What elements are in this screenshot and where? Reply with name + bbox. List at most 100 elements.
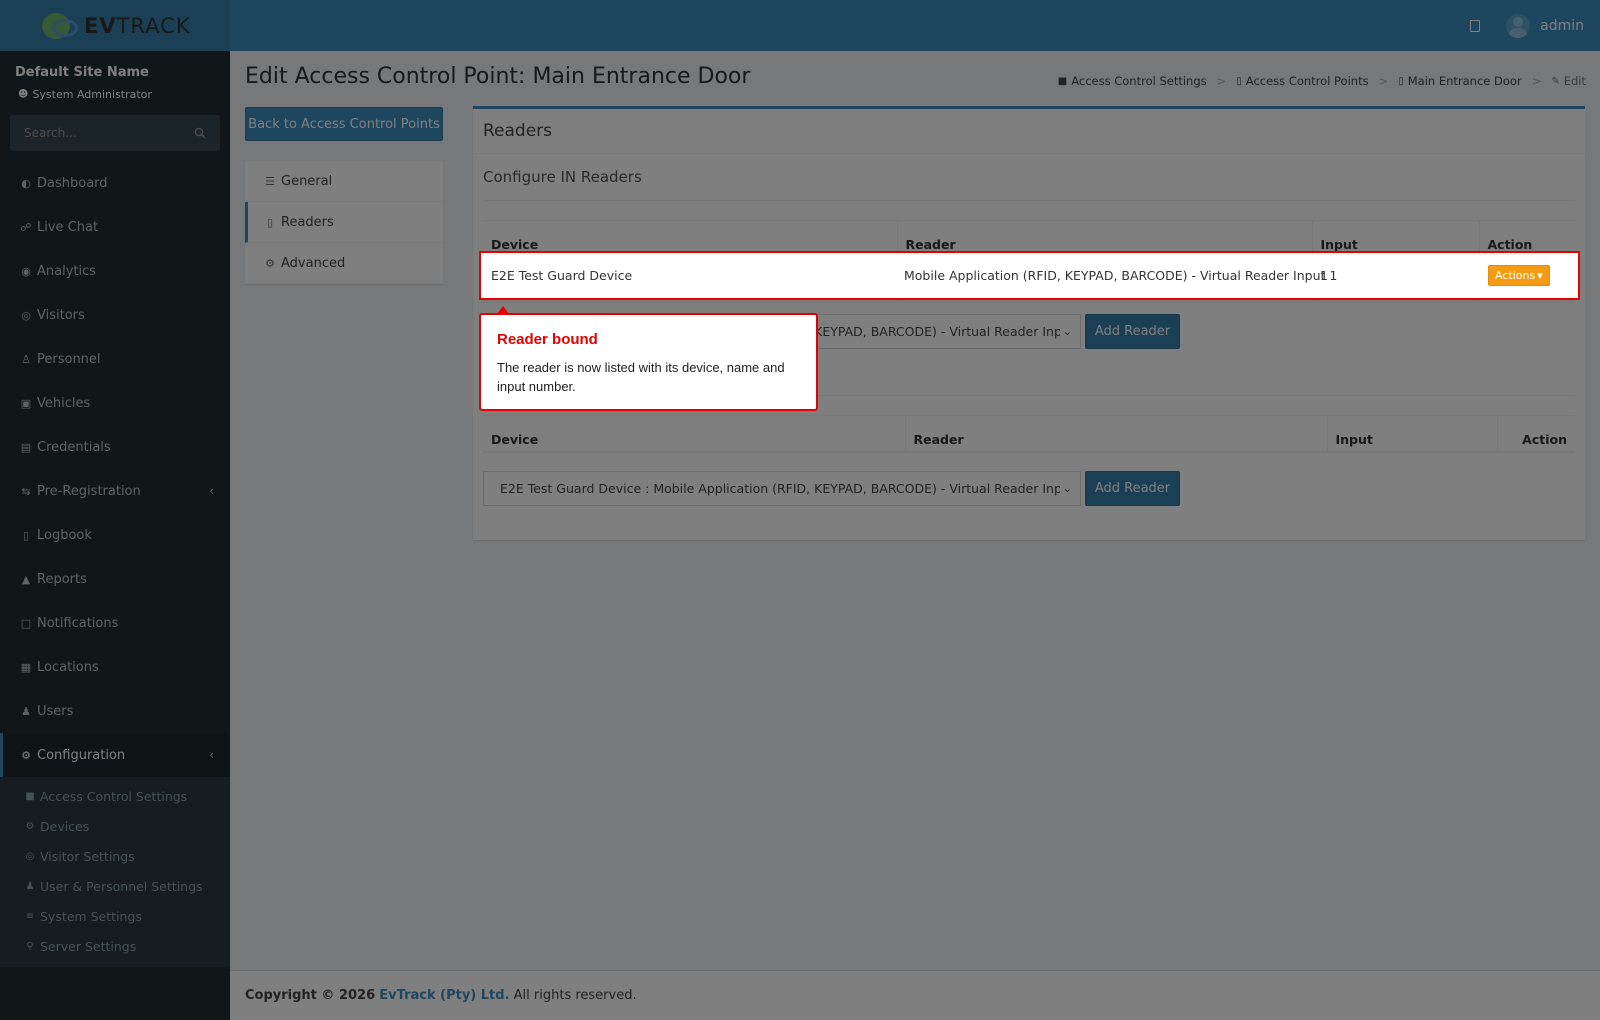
gear-icon: ⚙	[21, 748, 31, 762]
user-name: admin	[1540, 17, 1584, 34]
breadcrumb-separator: >	[1378, 74, 1389, 88]
search-input[interactable]	[24, 126, 174, 140]
sidebar-item-pre-registration[interactable]: ⇆ Pre-Registration ‹	[0, 469, 230, 513]
sidebar-item-live-chat[interactable]: ☍ Live Chat	[0, 205, 230, 249]
list-icon: ☰	[265, 174, 275, 188]
search-icon[interactable]	[194, 127, 206, 139]
user-role: ☻ System Administrator	[18, 88, 152, 101]
building-icon[interactable]	[1470, 19, 1481, 32]
target-icon: ◉	[21, 264, 31, 278]
edit-tabs: ☰ General ▯ Readers ⚙ Advanced	[245, 161, 443, 284]
avatar	[1506, 13, 1531, 38]
sidebar-item-users[interactable]: ♟ Users	[0, 689, 230, 733]
breadcrumb-item-access-control-settings[interactable]: ■ Access Control Settings	[1058, 74, 1207, 88]
book-icon: ▯	[22, 528, 30, 542]
page-title: Edit Access Control Point: Main Entrance…	[245, 64, 751, 89]
breadcrumb-item-access-control-points[interactable]: ▯ Access Control Points	[1236, 74, 1368, 88]
copyright-text: Copyright © 2026	[245, 988, 376, 1003]
tooltip-pointer	[497, 306, 509, 314]
sidebar-item-visitors[interactable]: ◎ Visitors	[0, 293, 230, 337]
door-icon: ▯	[1236, 75, 1242, 87]
chevron-down-icon: ⌄	[1062, 482, 1072, 495]
add-in-reader-button[interactable]: Add Reader	[1085, 314, 1180, 349]
user-settings-icon: ♟	[25, 880, 35, 892]
eye-icon: ◎	[21, 308, 31, 322]
section-divider	[483, 200, 1575, 201]
site-name: Default Site Name	[15, 65, 149, 80]
back-to-access-control-points-button[interactable]: Back to Access Control Points	[245, 107, 443, 141]
tooltip-title: Reader bound	[497, 331, 598, 348]
door-icon: ▯	[1398, 75, 1404, 87]
sidebar-item-notifications[interactable]: □ Notifications	[0, 601, 230, 645]
highlight-cell-device: E2E Test Guard Device	[491, 268, 633, 283]
message-icon: □	[20, 616, 32, 630]
logo-text-rest: TRACK	[116, 13, 191, 38]
tab-advanced[interactable]: ⚙ Advanced	[245, 243, 443, 284]
top-header: EVTRACK admin	[0, 0, 1600, 51]
highlight-cell-input: 1	[1320, 268, 1328, 283]
out-reader-select[interactable]: E2E Test Guard Device : Mobile Applicati…	[483, 471, 1081, 506]
sidebar-item-reports[interactable]: ▲ Reports	[0, 557, 230, 601]
out-reader-select-row: E2E Test Guard Device : Mobile Applicati…	[483, 471, 1180, 506]
eye-icon: ◎	[25, 850, 35, 862]
sidebar-subitem-user-personnel-settings[interactable]: ♟ User & Personnel Settings	[0, 871, 230, 901]
out-readers-table: Device Reader Input Action	[483, 415, 1575, 453]
sidebar-subitem-access-control-settings[interactable]: ■ Access Control Settings	[0, 781, 230, 811]
user-icon: ☻	[18, 89, 29, 100]
rights-text: All rights reserved.	[513, 988, 637, 1003]
device-gear-icon: ⚙	[25, 820, 35, 832]
breadcrumb-separator: >	[1216, 74, 1227, 88]
lock-icon: ■	[25, 790, 35, 802]
tab-readers[interactable]: ▯ Readers	[245, 202, 443, 243]
breadcrumb-separator: >	[1531, 74, 1542, 88]
sidebar-subitem-devices[interactable]: ⚙ Devices	[0, 811, 230, 841]
breadcrumb: ■ Access Control Settings > ▯ Access Contr…	[1058, 74, 1586, 88]
user-menu[interactable]: admin	[1506, 13, 1584, 38]
lock-icon: ■	[1057, 75, 1068, 87]
sidebar-menu: ◐ Dashboard ☍ Live Chat ◉ Analytics ◎ Visito…	[0, 161, 230, 967]
breadcrumb-item-edit: ✎ Edit	[1551, 74, 1586, 88]
column-header-action: Action	[1496, 415, 1575, 453]
caret-down-icon: ▼	[1537, 271, 1543, 280]
sidebar-item-personnel[interactable]: ♙ Personnel	[0, 337, 230, 381]
map-icon: ▦	[20, 660, 32, 674]
chevron-down-icon: ⌄	[1062, 325, 1072, 338]
sidebar-subitem-system-settings[interactable]: ≡ System Settings	[0, 901, 230, 931]
add-out-reader-button[interactable]: Add Reader	[1085, 471, 1180, 506]
car-icon: ▣	[20, 396, 32, 410]
footer: Copyright © 2026 EvTrack (Pty) Ltd. All …	[230, 970, 1600, 1020]
logo[interactable]: EVTRACK	[0, 0, 230, 51]
sidebar: Default Site Name ☻ System Administrator…	[0, 51, 230, 1020]
highlight-actions-button[interactable]: Actions ▼	[1488, 265, 1550, 286]
sidebar-item-logbook[interactable]: ▯ Logbook	[0, 513, 230, 557]
tour-tooltip: Reader bound The reader is now listed wi…	[479, 306, 818, 411]
sidebar-subitem-visitor-settings[interactable]: ◎ Visitor Settings	[0, 841, 230, 871]
sidebar-item-locations[interactable]: ▦ Locations	[0, 645, 230, 689]
highlighted-reader-row: E2E Test Guard Device Mobile Application…	[479, 251, 1580, 300]
column-header-device: Device	[483, 415, 905, 453]
tab-general[interactable]: ☰ General	[245, 161, 443, 202]
user-role-label: System Administrator	[32, 88, 152, 101]
sidebar-item-configuration[interactable]: ⚙ Configuration ‹	[0, 733, 230, 777]
server-icon: ⚲	[26, 940, 34, 952]
users-icon: ♟	[21, 704, 31, 718]
id-card-icon: ▤	[20, 440, 32, 454]
column-header-input: Input	[1326, 415, 1497, 453]
breadcrumb-item-main-entrance-door[interactable]: ▯ Main Entrance Door	[1398, 74, 1521, 88]
sidebar-item-credentials[interactable]: ▤ Credentials	[0, 425, 230, 469]
highlight-cell-reader: Mobile Application (RFID, KEYPAD, BARCOD…	[904, 268, 1338, 283]
chevron-left-icon: ‹	[209, 748, 214, 762]
logo-mark-icon	[40, 11, 80, 41]
sidebar-subitem-server-settings[interactable]: ⚲ Server Settings	[0, 931, 230, 961]
sidebar-item-dashboard[interactable]: ◐ Dashboard	[0, 161, 230, 205]
chevron-left-icon: ‹	[209, 484, 214, 498]
arrows-icon: ⇆	[21, 484, 31, 498]
gear-icon: ⚙	[265, 256, 275, 270]
dashboard-icon: ◐	[21, 176, 31, 190]
company-link[interactable]: EvTrack (Pty) Ltd.	[379, 988, 509, 1003]
headset-icon: ☍	[20, 220, 32, 234]
sidebar-item-analytics[interactable]: ◉ Analytics	[0, 249, 230, 293]
sliders-icon: ≡	[25, 910, 35, 922]
chart-icon: ▲	[21, 572, 31, 586]
sidebar-item-vehicles[interactable]: ▣ Vehicles	[0, 381, 230, 425]
